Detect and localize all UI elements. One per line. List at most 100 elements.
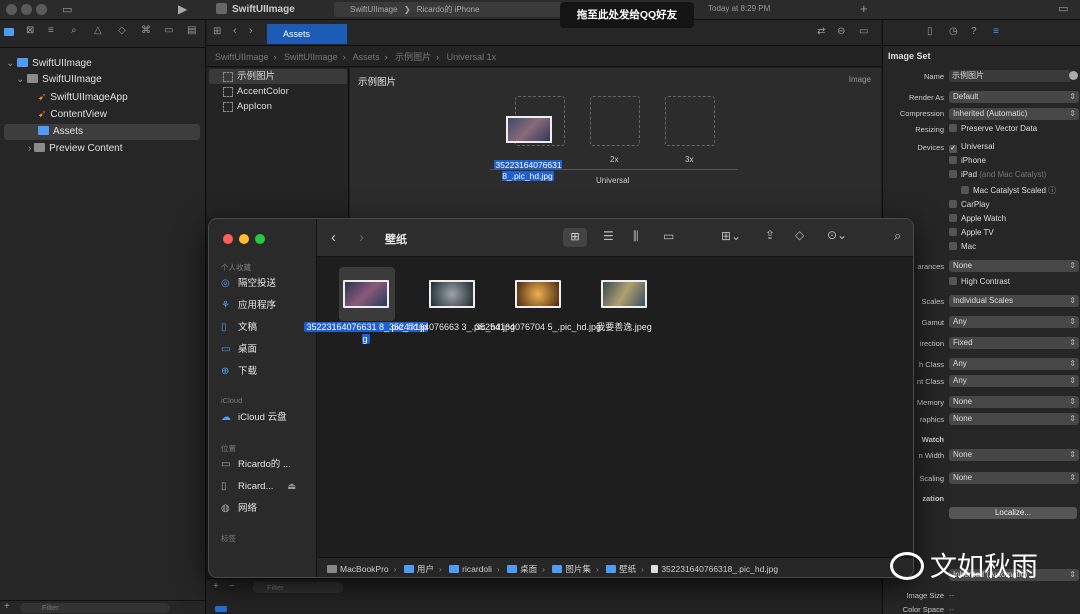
finder-minimize-button[interactable] — [239, 234, 249, 244]
sidebar-toggle-icon[interactable]: ▭ — [62, 3, 72, 16]
name-field[interactable]: 示例图片 — [949, 70, 1071, 82]
remove-icon[interactable]: − — [229, 581, 235, 592]
breakpoint-icon[interactable]: ▭ — [164, 25, 173, 36]
sidebar-item-desktop[interactable]: ▭ 桌面 — [221, 342, 257, 358]
tree-item-assets[interactable]: Assets — [4, 124, 200, 140]
tree-item-group[interactable]: ⌄ SwiftUIImage — [0, 72, 206, 88]
add-icon[interactable]: + — [213, 581, 219, 592]
gamut-popup[interactable]: Any — [949, 316, 1079, 328]
source-control-icon[interactable]: ⊠ — [26, 25, 34, 36]
apple-tv-checkbox[interactable]: Apple TV — [949, 228, 994, 237]
asset-item[interactable]: AppIcon — [209, 99, 347, 114]
attributes-icon[interactable]: ≡ — [993, 26, 999, 37]
jump-item[interactable]: SwiftUIImage — [215, 52, 269, 62]
appearances-popup[interactable]: None — [949, 260, 1079, 272]
scales-popup[interactable]: Individual Scales — [949, 295, 1079, 307]
tab-assets[interactable]: Assets — [267, 24, 347, 44]
clear-icon[interactable] — [1069, 71, 1078, 80]
history-icon[interactable]: ◷ — [949, 26, 958, 37]
search-icon[interactable]: ⌕ — [894, 228, 901, 244]
slot-3x[interactable] — [665, 96, 715, 146]
path-item[interactable]: 352231640766318_.pic_hd.jpg — [661, 564, 778, 574]
back-icon[interactable]: ‹ — [331, 229, 336, 246]
path-item[interactable]: ricardoli — [462, 564, 492, 574]
height-class-popup[interactable]: Any — [949, 375, 1079, 387]
jump-item[interactable]: Assets — [353, 52, 380, 62]
ipad-checkbox[interactable]: iPad (and Mac Catalyst) — [949, 170, 1046, 179]
more-actions-icon[interactable]: ⊙⌄ — [827, 228, 847, 242]
debug-icon[interactable]: ⌘ — [141, 25, 151, 36]
eject-icon[interactable]: ⏏ — [287, 481, 296, 492]
grid-icon[interactable]: ⊞ — [213, 26, 221, 37]
direction-popup[interactable]: Fixed — [949, 337, 1079, 349]
finder-zoom-button[interactable] — [255, 234, 265, 244]
icon-view-icon[interactable]: ⊞ — [563, 228, 587, 247]
path-item[interactable]: 图片集 — [565, 564, 591, 574]
inspector-toggle-icon[interactable]: ▭ — [1058, 2, 1068, 15]
share-icon[interactable]: ⇪ — [765, 228, 775, 242]
zoom-window-button[interactable] — [36, 4, 47, 15]
apple-watch-checkbox[interactable]: Apple Watch — [949, 214, 1006, 223]
warning-icon[interactable]: △ — [94, 25, 102, 36]
asset-item[interactable]: 示例图片 — [209, 69, 347, 84]
refresh-icon[interactable]: ⇄ — [817, 26, 825, 37]
more-icon[interactable]: ⊖ — [837, 26, 845, 37]
asset-item[interactable]: AccentColor — [209, 84, 347, 99]
mac-catalyst-scaled-checkbox[interactable]: Mac Catalyst Scaled ⓘ — [961, 185, 1056, 196]
path-item[interactable]: 壁纸 — [619, 564, 636, 574]
sidebar-item-icloud-drive[interactable]: ☁ iCloud 云盘 — [221, 410, 287, 426]
iphone-checkbox[interactable]: iPhone — [949, 156, 986, 165]
watch-width-popup[interactable]: None — [949, 449, 1079, 461]
back-icon[interactable]: ‹ — [233, 25, 237, 37]
tree-item-swiftuiimageapp[interactable]: ➹ SwiftUIImageApp — [0, 90, 206, 106]
carplay-checkbox[interactable]: CarPlay — [949, 200, 989, 209]
tree-item-project[interactable]: ⌄ SwiftUIImage — [0, 56, 206, 72]
graphics-popup[interactable]: None — [949, 413, 1079, 425]
tree-item-preview-content[interactable]: › Preview Content — [0, 141, 206, 157]
compression-popup[interactable]: Inherited (Automatic) — [949, 108, 1079, 120]
sidebar-item-airdrop[interactable]: ◎ 隔空投送 — [221, 276, 276, 292]
forward-icon[interactable]: › — [359, 229, 364, 246]
sidebar-item-downloads[interactable]: ⊕ 下载 — [221, 364, 257, 380]
sidebar-item-applications[interactable]: ⚘ 应用程序 — [221, 298, 276, 314]
file-item[interactable]: 我要善逸.jpeg — [559, 267, 689, 332]
add-icon[interactable]: + — [860, 1, 868, 16]
symbol-icon[interactable]: ≡ — [48, 25, 54, 36]
help-icon[interactable]: ? — [971, 26, 977, 37]
minimize-window-button[interactable] — [21, 4, 32, 15]
preserve-vector-checkbox[interactable]: Preserve Vector Data — [949, 124, 1037, 133]
close-window-button[interactable] — [6, 4, 17, 15]
tag-icon[interactable]: ◇ — [795, 228, 804, 242]
debug-toggle-icon[interactable] — [215, 606, 227, 612]
jump-item[interactable]: 示例图片 — [395, 52, 431, 62]
scaling-popup[interactable]: None — [949, 472, 1079, 484]
group-by-icon[interactable]: ⊞⌄ — [721, 229, 741, 243]
folder-icon[interactable] — [4, 28, 14, 36]
memory-popup[interactable]: None — [949, 396, 1079, 408]
width-class-popup[interactable]: Any — [949, 358, 1079, 370]
path-item[interactable]: 桌面 — [520, 564, 537, 574]
gallery-view-icon[interactable]: ▭ — [663, 229, 674, 243]
tree-item-contentview[interactable]: ➹ ContentView — [0, 107, 206, 123]
jump-item[interactable]: Universal 1x — [447, 52, 497, 62]
jump-item[interactable]: SwiftUIImage — [284, 52, 338, 62]
render-as-popup[interactable]: Default — [949, 91, 1079, 103]
sidebar-item-iphone[interactable]: ▯ Ricard... ⏏ — [221, 479, 296, 495]
forward-icon[interactable]: › — [249, 25, 253, 37]
scheme-selector[interactable]: SwiftUIImage ❯ Ricardo的 iPhone — [334, 2, 564, 17]
sidebar-item-network[interactable]: ◍ 网络 — [221, 501, 257, 517]
add-icon[interactable]: + — [4, 601, 10, 612]
report-icon[interactable]: ▤ — [187, 25, 196, 36]
slot-2x[interactable] — [590, 96, 640, 146]
split-icon[interactable]: ▭ — [859, 26, 868, 37]
navigator-filter-input[interactable]: Filter — [20, 603, 170, 613]
sidebar-item-mac[interactable]: ▭ Ricardo的 ... — [221, 457, 291, 473]
run-icon[interactable]: ▶ — [178, 2, 187, 16]
path-item[interactable]: MacBookPro — [340, 564, 389, 574]
file-inspector-icon[interactable]: ▯ — [927, 26, 933, 37]
list-view-icon[interactable]: ☰ — [603, 229, 614, 243]
asset-filter-input[interactable]: Filter — [253, 582, 343, 593]
test-icon[interactable]: ◇ — [118, 25, 126, 36]
path-item[interactable]: 用户 — [417, 564, 434, 574]
search-icon[interactable]: ⌕ — [71, 25, 77, 36]
